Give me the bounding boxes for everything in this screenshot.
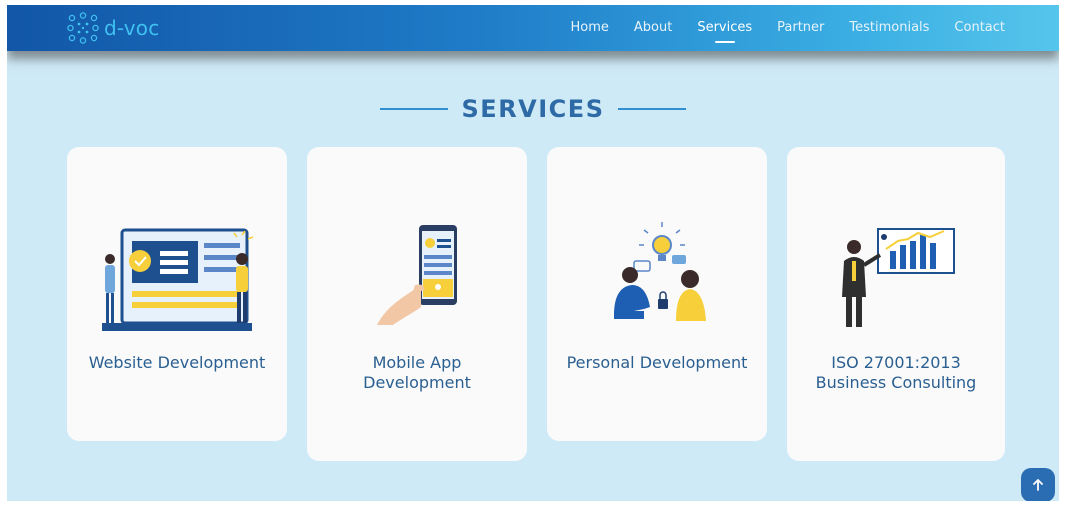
nav-contact[interactable]: Contact (954, 20, 1005, 37)
service-title: Mobile App Development (363, 353, 471, 392)
nav-services[interactable]: Services (697, 19, 753, 43)
section-heading: SERVICES (7, 93, 1059, 125)
nav-about[interactable]: About (634, 20, 672, 37)
scroll-to-top-button[interactable] (1021, 468, 1055, 501)
heading-line-right (618, 108, 687, 110)
logo-icon (67, 12, 99, 44)
nav-testimonials[interactable]: Testimonials (849, 20, 929, 37)
service-card-business-consulting[interactable]: ISO 27001:2013 Business Consulting (787, 147, 1005, 461)
service-title: Website Development (88, 353, 266, 372)
service-card-mobile-app[interactable]: Mobile App Development (307, 147, 527, 461)
business-consulting-illustration (842, 228, 955, 327)
service-title: Personal Development (566, 353, 748, 372)
navbar: d-voc Home About Services Partner Testim… (7, 5, 1059, 51)
heading-line-left (379, 108, 448, 110)
active-nav-underline (714, 40, 735, 43)
logo[interactable]: d-voc (67, 11, 159, 45)
page-frame: d-voc Home About Services Partner Testim… (7, 5, 1059, 501)
section-title: SERVICES (461, 95, 605, 123)
service-card-personal-development[interactable]: Personal Development (547, 147, 767, 441)
nav-services-label: Services (697, 19, 753, 35)
mobile-app-illustration (377, 225, 457, 325)
website-development-illustration (102, 228, 254, 331)
service-card-website-development[interactable]: Website Development (67, 147, 287, 441)
nav-menu: Home About Services Partner Testimonials… (545, 5, 1005, 51)
arrow-up-icon (1033, 479, 1043, 491)
service-title: ISO 27001:2013 Business Consulting (815, 353, 977, 392)
personal-development-illustration (614, 222, 706, 321)
nav-home[interactable]: Home (570, 20, 608, 37)
nav-partner[interactable]: Partner (777, 20, 824, 37)
logo-text: d-voc (104, 16, 160, 40)
